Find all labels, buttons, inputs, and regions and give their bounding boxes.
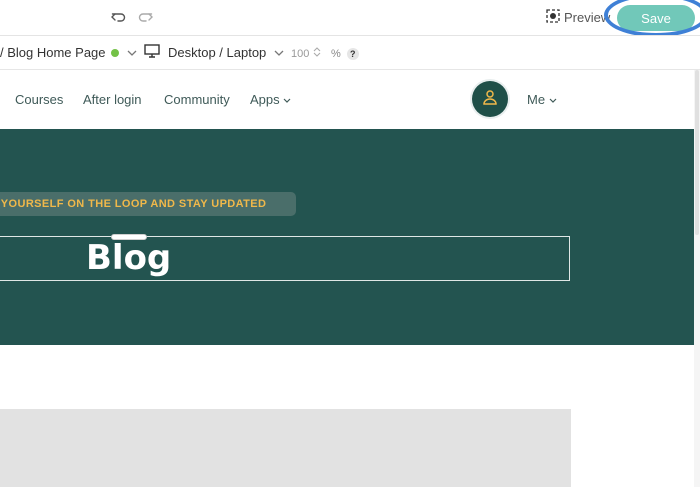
nav-item-after-login[interactable]: After login [83,92,142,107]
page-status-dot [110,48,119,57]
chevron-down-icon [549,92,557,107]
user-icon [482,89,498,110]
page-title[interactable]: Blog [86,238,171,278]
undo-icon[interactable] [110,8,128,26]
hero-tagline[interactable]: P YOURSELF ON THE LOOP AND STAY UPDATED [0,192,296,216]
preview-label: Preview [564,10,611,25]
device-label: Desktop / Laptop [168,45,267,60]
nav-item-apps-label: Apps [250,92,280,107]
site-navbar: Courses After login Community Apps Me [0,70,694,129]
redo-icon[interactable] [136,8,154,26]
page-name: / Blog Home Page [0,45,106,60]
nav-item-apps[interactable]: Apps [250,92,291,107]
nav-item-courses[interactable]: Courses [15,92,63,107]
chevron-down-icon [283,92,291,107]
desktop-icon [144,44,160,61]
hero-tagline-text: P YOURSELF ON THE LOOP AND STAY UPDATED [0,198,267,210]
chevron-down-icon [127,45,137,60]
nav-item-community[interactable]: Community [164,92,230,107]
help-icon[interactable]: ? [346,47,359,60]
zoom-stepper-icon[interactable] [313,46,321,61]
zoom-unit: % [331,47,341,60]
page-selector[interactable]: / Blog Home Page [0,45,137,60]
avatar[interactable] [472,81,508,117]
zoom-control: 100 % ? [291,46,359,61]
preview-icon [546,9,560,26]
device-selector[interactable]: Desktop / Laptop [144,44,284,61]
nav-item-me[interactable]: Me [527,92,557,107]
canvas-scrollbar[interactable] [694,70,700,487]
zoom-input[interactable]: 100 [291,48,313,60]
preview-button[interactable]: Preview [546,9,610,26]
chevron-down-icon [274,45,284,60]
top-toolbar: Preview Save [0,0,700,37]
hero-section[interactable]: P YOURSELF ON THE LOOP AND STAY UPDATED … [0,129,694,345]
save-button[interactable]: Save [617,5,695,31]
editor-canvas: Courses After login Community Apps Me P … [0,70,694,487]
content-placeholder-block[interactable] [0,409,571,487]
page-settings-bar: / Blog Home Page Desktop / Laptop 100 % … [0,35,700,70]
nav-item-me-label: Me [527,92,546,107]
scrollbar-thumb[interactable] [695,70,699,235]
